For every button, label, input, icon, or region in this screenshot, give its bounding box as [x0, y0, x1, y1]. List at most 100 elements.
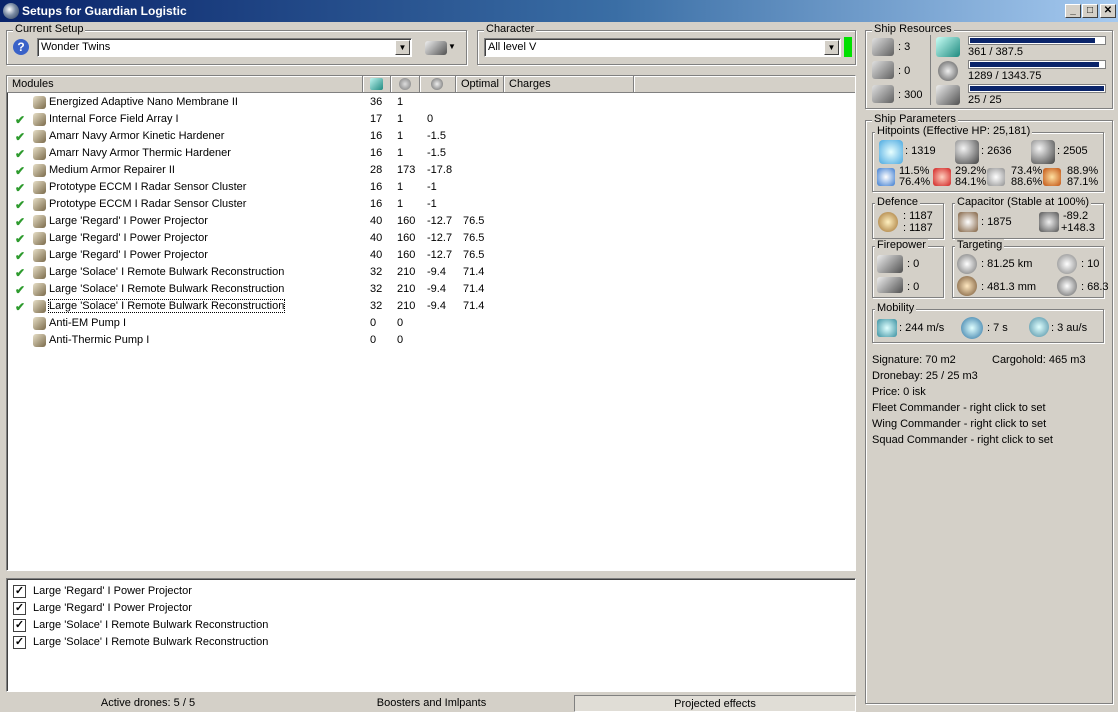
table-row[interactable]: Energized Adaptive Nano Membrane II 36 1 [7, 94, 853, 111]
em-armor-resist: 76.4% [899, 176, 931, 188]
table-row[interactable]: ✔ Large 'Solace' I Remote Bulwark Reconst… [7, 264, 853, 281]
module-capacitor: -1.5 [427, 147, 446, 159]
checkbox[interactable]: ✓ [13, 636, 26, 649]
col-header-cpu[interactable] [363, 76, 391, 93]
projected-effects-list[interactable]: ✓ Large 'Regard' I Power Projector ✓ Large … [6, 578, 856, 692]
sensor-strength: : 68.3 [1081, 281, 1109, 293]
checkbox[interactable]: ✓ [13, 602, 26, 615]
warp-speed-icon [1029, 317, 1049, 337]
module-name: Large 'Regard' I Power Projector [49, 232, 208, 244]
table-row[interactable]: ✔ Large 'Solace' I Remote Bulwark Reconst… [7, 281, 853, 298]
close-button[interactable]: ✕ [1100, 4, 1116, 18]
resources-divider [930, 35, 931, 105]
max-targets: : 10 [1081, 258, 1100, 270]
table-row[interactable]: ✔ Large 'Regard' I Power Projector 40 160 -1… [7, 230, 853, 247]
col-header-powergrid[interactable] [391, 76, 420, 93]
module-name: Amarr Navy Armor Thermic Hardener [49, 147, 231, 159]
powergrid-icon [938, 61, 958, 81]
table-row[interactable]: ✔ Medium Armor Repairer II 28 173 -17.8 [7, 162, 853, 179]
table-row[interactable]: ✔ Large 'Regard' I Power Projector 40 160 -1… [7, 213, 853, 230]
module-active-check-icon: ✔ [15, 283, 26, 297]
module-powergrid: 1 [397, 181, 404, 193]
module-powergrid: 1 [397, 113, 404, 125]
projected-module-name: Large 'Solace' I Remote Bulwark Reconstr… [33, 619, 269, 631]
fleet-commander[interactable]: Fleet Commander - right click to set [872, 402, 1046, 414]
title-bar[interactable]: Setups for Guardian Logistic _ □ ✕ [0, 0, 1118, 22]
table-row[interactable]: ✔ Large 'Solace' I Remote Bulwark Reconst… [7, 298, 853, 315]
drone-dps-icon [877, 277, 903, 293]
table-row[interactable]: Anti-Thermic Pump I 0 0 [7, 332, 853, 349]
dropdown-arrow-icon[interactable]: ▼ [448, 42, 456, 51]
table-row[interactable]: ✔ Prototype ECCM I Radar Sensor Cluster 16… [7, 196, 853, 213]
module-icon [33, 113, 46, 126]
wing-commander[interactable]: Wing Commander - right click to set [872, 418, 1046, 430]
cpu-icon [370, 78, 383, 90]
setup-select[interactable]: Wonder Twins ▼ [37, 38, 412, 57]
table-row[interactable]: ✔ Large 'Regard' I Power Projector 40 160 -1… [7, 247, 853, 264]
col-header-charges[interactable]: Charges [504, 76, 634, 93]
module-powergrid: 1 [397, 198, 404, 210]
capacitor-capacity: : 1875 [981, 216, 1012, 228]
modules-list[interactable]: Modules Optimal Charges Energized Adapti… [6, 75, 856, 571]
projected-module-name: Large 'Regard' I Power Projector [33, 602, 192, 614]
module-icon [33, 300, 46, 313]
drone-bandwidth-bar-fill [970, 86, 1104, 91]
table-row[interactable]: ✔ Amarr Navy Armor Thermic Hardener 16 1 -1.… [7, 145, 853, 162]
list-item[interactable]: ✓ Large 'Solace' I Remote Bulwark Reconst… [13, 634, 613, 651]
list-item[interactable]: ✓ Large 'Regard' I Power Projector [13, 583, 613, 600]
armor-icon [955, 140, 979, 164]
capacitor-delta-pos: +148.3 [1061, 222, 1095, 234]
list-item[interactable]: ✓ Large 'Solace' I Remote Bulwark Reconst… [13, 617, 613, 634]
tab-active-drones[interactable]: Active drones: 5 / 5 [6, 695, 290, 712]
module-cpu: 0 [370, 317, 377, 329]
module-cpu: 0 [370, 334, 377, 346]
table-row[interactable]: ✔ Prototype ECCM I Radar Sensor Cluster 16… [7, 179, 853, 196]
module-active-check-icon: ✔ [15, 147, 26, 161]
module-cpu: 36 [370, 96, 383, 108]
armor-hp: : 2636 [981, 145, 1012, 157]
capacitor-group: Capacitor (Stable at 100%) : 1875 -89.2 … [952, 196, 1104, 239]
module-cpu: 16 [370, 130, 383, 142]
chevron-down-icon[interactable]: ▼ [824, 40, 839, 55]
module-capacitor: -12.7 [427, 249, 453, 261]
firepower-group: Firepower : 0 : 0 [872, 239, 944, 298]
table-row[interactable]: Anti-EM Pump I 0 0 [7, 315, 853, 332]
module-active-check-icon: ✔ [15, 249, 26, 263]
ship-tools-icon[interactable] [425, 41, 447, 55]
launcher-hardpoint-icon [872, 61, 894, 79]
module-name: Energized Adaptive Nano Membrane II [49, 96, 238, 108]
current-setup-group: Current Setup ? Wonder Twins ▼ ▼ [6, 23, 467, 65]
explosive-resist-icon [1043, 168, 1061, 186]
squad-commander[interactable]: Squad Commander - right click to set [872, 434, 1053, 446]
table-row[interactable]: ✔ Internal Force Field Array I 17 1 0 [7, 111, 853, 128]
module-powergrid: 160 [397, 249, 416, 261]
character-select[interactable]: All level V ▼ [484, 38, 841, 57]
ship-parameters-label: Ship Parameters [872, 113, 958, 125]
minimize-button[interactable]: _ [1065, 4, 1081, 18]
table-row[interactable]: ✔ Amarr Navy Armor Kinetic Hardener 16 1 -1.… [7, 128, 853, 145]
module-powergrid: 0 [397, 317, 404, 329]
col-header-capacitor[interactable] [420, 76, 456, 93]
powergrid-icon [399, 78, 411, 90]
defence-group: Defence : 1187 : 1187 [872, 196, 944, 239]
col-header-modules[interactable]: Modules [7, 76, 363, 93]
module-powergrid: 1 [397, 130, 404, 142]
module-cpu: 16 [370, 147, 383, 159]
thermal-resist-icon [933, 168, 951, 186]
maximize-button[interactable]: □ [1082, 4, 1098, 18]
module-icon [33, 283, 46, 296]
list-item[interactable]: ✓ Large 'Regard' I Power Projector [13, 600, 613, 617]
powergrid-usage: 1289 / 1343.75 [968, 70, 1042, 82]
chevron-down-icon[interactable]: ▼ [395, 40, 410, 55]
col-header-optimal[interactable]: Optimal [456, 76, 504, 93]
firepower-label: Firepower [875, 239, 928, 251]
module-cpu: 16 [370, 198, 383, 210]
checkbox[interactable]: ✓ [13, 619, 26, 632]
hitpoints-group: Hitpoints (Effective HP: 25,181) : 1319 … [872, 125, 1104, 192]
tab-boosters-implants[interactable]: Boosters and Imlpants [290, 695, 573, 712]
tab-projected-effects[interactable]: Projected effects [574, 695, 856, 712]
capacitor-recharge-icon [1039, 212, 1059, 232]
help-icon[interactable]: ? [13, 39, 29, 55]
checkbox[interactable]: ✓ [13, 585, 26, 598]
module-powergrid: 1 [397, 96, 404, 108]
